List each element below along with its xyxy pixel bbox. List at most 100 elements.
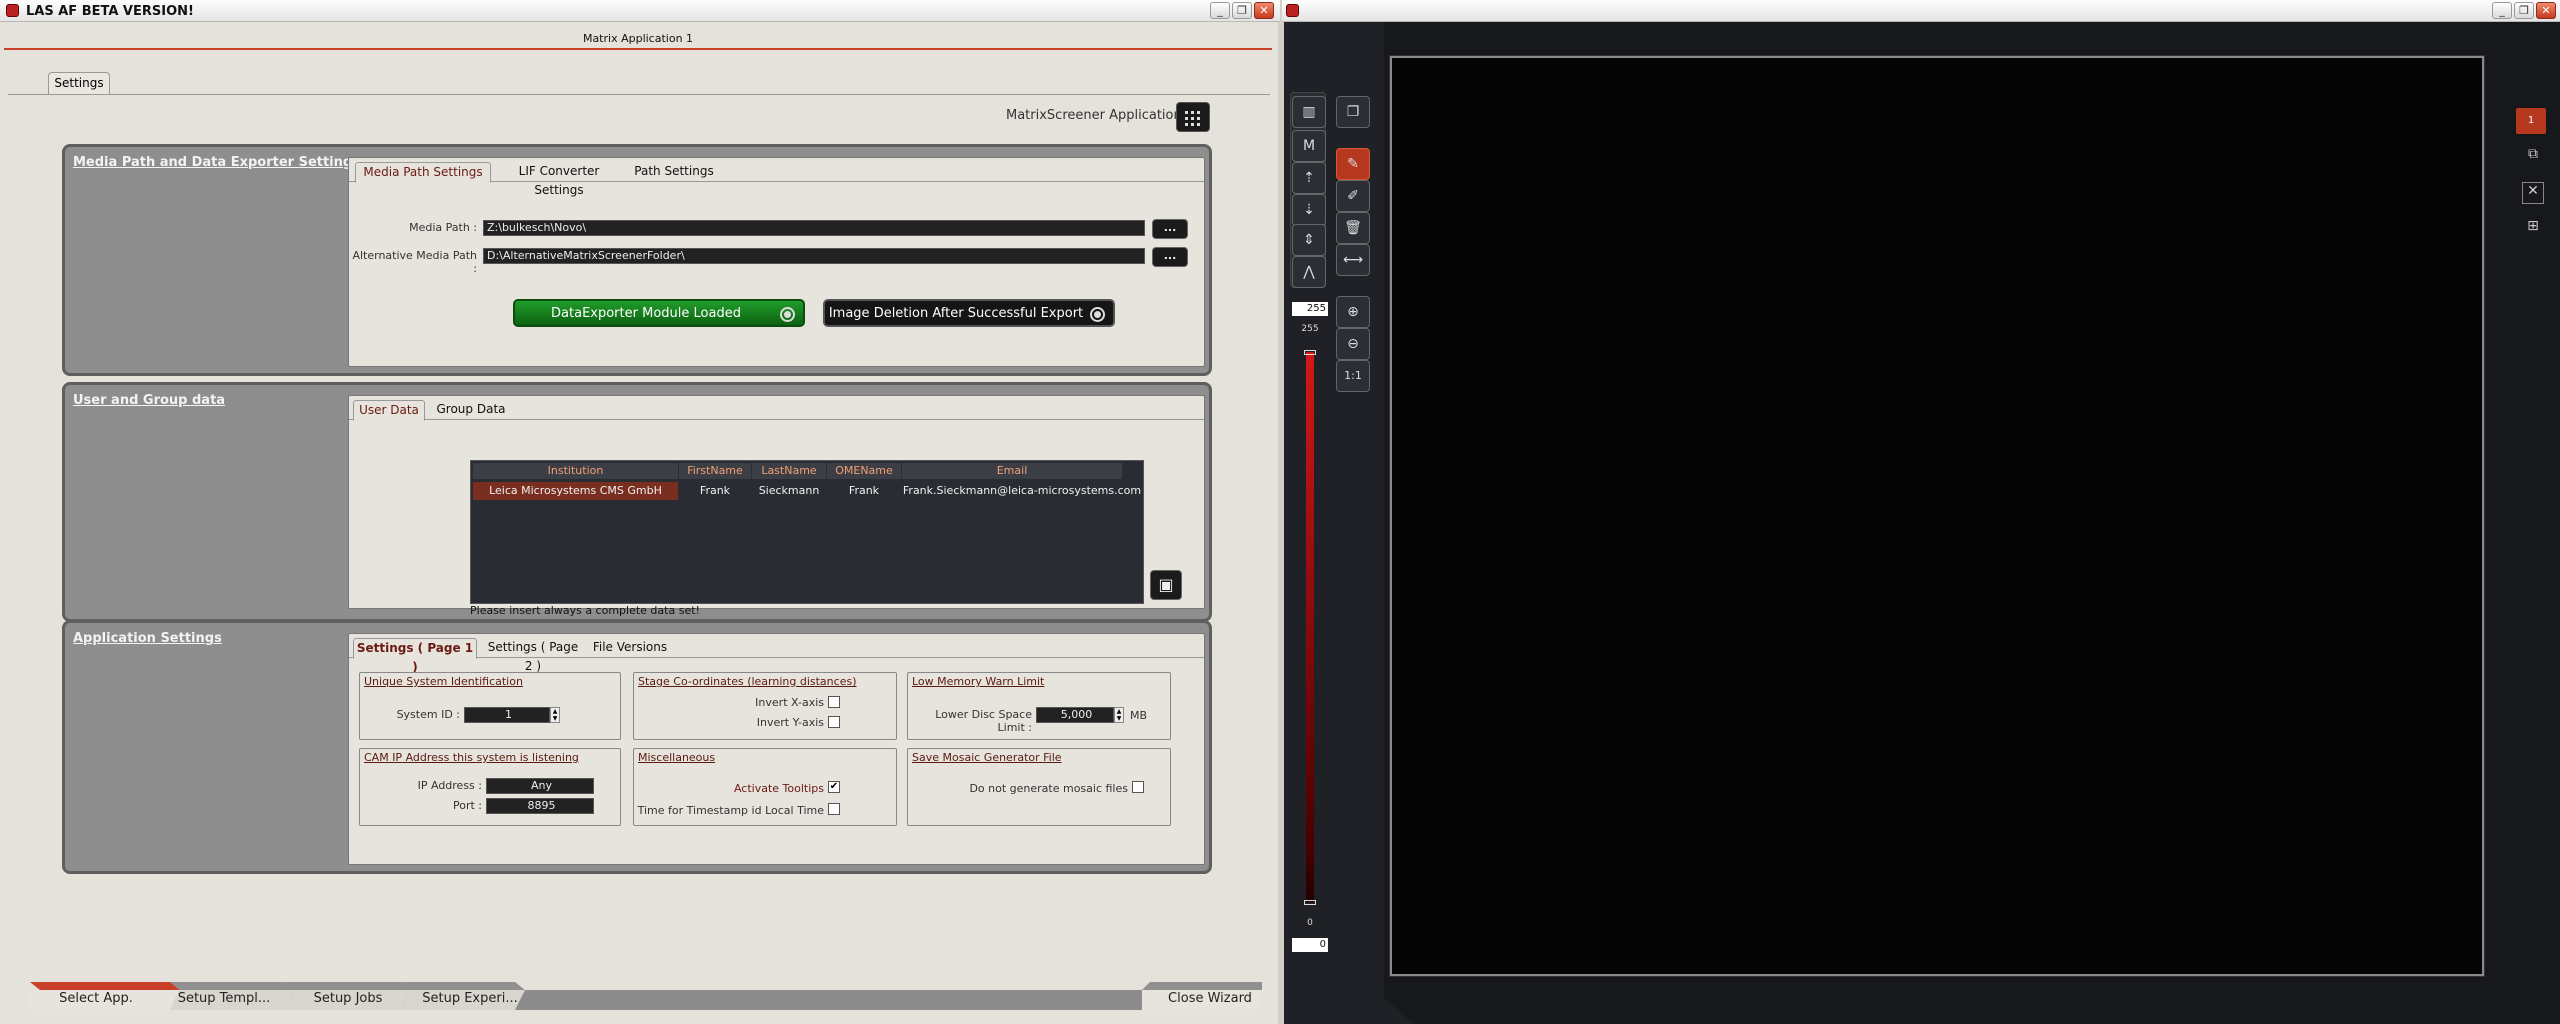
minimize-button[interactable]: _ [1210, 2, 1230, 19]
alt-path-browse-button[interactable]: ... [1152, 247, 1188, 267]
wizard-step-setup-jobs[interactable]: Setup Jobs [292, 989, 404, 1009]
unique-system-id-title: Unique System Identification [364, 675, 523, 688]
tab-settings-page-1[interactable]: Settings ( Page 1 ) [353, 638, 477, 674]
media-panel-title: Media Path and Data Exporter Settings [73, 155, 360, 170]
radio-on-icon [780, 307, 795, 322]
slider-top-handle[interactable] [1304, 350, 1316, 355]
column-header[interactable]: OMEName [827, 463, 901, 479]
layout-icon[interactable]: ⊞ [2522, 218, 2544, 240]
column-header[interactable]: LastName [752, 463, 826, 479]
wizard-step-select-app[interactable]: Select App. [40, 989, 152, 1009]
timestamp-checkbox[interactable] [828, 803, 840, 815]
split-icon[interactable]: ⇕ [1292, 224, 1326, 256]
lut-icon[interactable]: ▥ [1292, 96, 1326, 128]
max-value-label: 255 [1301, 324, 1319, 334]
dataexporter-button[interactable]: DataExporter Module Loaded [513, 299, 805, 327]
max-value-field[interactable]: 255 [1292, 302, 1328, 316]
image-deletion-label: Image Deletion After Successful Export [828, 306, 1084, 321]
alt-path-field[interactable]: D:\AlternativeMatrixScreenerFolder\ [483, 248, 1145, 264]
close-wizard-button[interactable]: Close Wizard [1146, 989, 1274, 1009]
min-value-label: 0 [1307, 918, 1313, 928]
trash-icon[interactable]: 🗑 [1336, 212, 1370, 244]
tab-path-settings[interactable]: Path Settings [629, 162, 719, 183]
user-data-table[interactable]: Institution FirstName LastName OMEName E… [470, 460, 1144, 604]
zoom-in-icon[interactable]: ⊕ [1336, 296, 1370, 328]
tab-settings[interactable]: Settings [48, 72, 110, 94]
zoom-reset-button[interactable]: 1:1 [1336, 360, 1370, 392]
matrix-application-window: Matrix Application 1 Settings MatrixScre… [0, 22, 1278, 1024]
image-canvas[interactable] [1390, 56, 2484, 976]
activate-tooltips-checkbox[interactable]: ✔ [828, 781, 840, 793]
low-memory-title: Low Memory Warn Limit [912, 675, 1045, 688]
arrow-down-icon[interactable]: ⇣ [1292, 194, 1326, 226]
image-deletion-button[interactable]: Image Deletion After Successful Export [823, 299, 1115, 327]
ml-icon[interactable]: M [1292, 130, 1326, 162]
minimize-button[interactable]: _ [2492, 2, 2512, 19]
lower-disc-field[interactable]: 5,000 [1036, 707, 1114, 723]
ip-address-label: IP Address : [417, 779, 482, 792]
media-path-browse-button[interactable]: ... [1152, 219, 1188, 239]
invert-y-checkbox[interactable] [828, 716, 840, 728]
app-icon [1286, 4, 1299, 17]
maximize-button[interactable]: ❐ [1232, 2, 1252, 19]
zoom-out-icon[interactable]: ⊖ [1336, 328, 1370, 360]
table-cell[interactable]: Frank.Sieckmann@leica-microsystems.com [902, 482, 1142, 500]
measure-icon[interactable]: ⟷ [1336, 244, 1370, 276]
column-header[interactable]: Institution [473, 463, 678, 479]
media-path-field[interactable]: Z:\bulkesch\Novo\ [483, 220, 1145, 236]
system-id-field[interactable]: 1 [464, 707, 550, 723]
close-image-icon[interactable]: ✕ [2522, 182, 2544, 204]
wizard-step-setup-experi[interactable]: Setup Experi... [414, 989, 526, 1009]
stage-coordinates-group: Stage Co-ordinates (learning distances) … [633, 672, 897, 740]
cam-ip-group: CAM IP Address this system is listening … [359, 748, 621, 826]
radio-icon [1090, 307, 1105, 322]
matrixscreener-apps-button[interactable] [1176, 102, 1210, 132]
tab-group-data[interactable]: Group Data [435, 400, 507, 421]
tab-media-path-settings[interactable]: Media Path Settings [355, 162, 491, 183]
pen-select-icon[interactable]: ✐ [1336, 180, 1370, 212]
lower-disc-label: Lower Disc Space Limit : [935, 708, 1032, 734]
user-panel-title: User and Group data [73, 393, 226, 408]
copy-icon[interactable]: ❐ [1336, 96, 1370, 128]
arrow-up-icon[interactable]: ⇡ [1292, 162, 1326, 194]
min-value-field[interactable]: 0 [1292, 938, 1328, 952]
table-cell[interactable]: Frank [827, 482, 901, 500]
app-tabs: Settings ( Page 1 ) Settings ( Page 2 ) … [349, 634, 1204, 674]
close-button[interactable]: ✕ [2536, 2, 2556, 19]
table-cell[interactable]: Sieckmann [752, 482, 826, 500]
slider-bottom-handle[interactable] [1304, 900, 1316, 905]
mosaic-checkbox[interactable] [1132, 781, 1144, 793]
tab-settings-page-2[interactable]: Settings ( Page 2 ) [485, 638, 581, 673]
system-id-spinner[interactable]: ▲ ▼ [550, 707, 560, 723]
wizard-step-setup-templ[interactable]: Setup Templ... [168, 989, 280, 1009]
lower-disc-spinner[interactable]: ▲ ▼ [1114, 707, 1124, 723]
unique-system-id-group: Unique System Identification System ID :… [359, 672, 621, 740]
media-tabs-box: Media Path Settings LIF Converter Settin… [348, 157, 1205, 367]
app-tabs-box: Settings ( Page 1 ) Settings ( Page 2 ) … [348, 633, 1205, 865]
tab-user-data[interactable]: User Data [353, 400, 425, 421]
column-header[interactable]: Email [902, 463, 1122, 479]
app-icon [6, 4, 19, 17]
port-field[interactable]: 8895 [486, 798, 594, 814]
save-icon[interactable]: ▣ [1150, 570, 1182, 600]
invert-x-checkbox[interactable] [828, 696, 840, 708]
histogram-icon[interactable]: ⋀ [1292, 256, 1326, 288]
mosaic-group: Save Mosaic Generator File Do not genera… [907, 748, 1171, 826]
intensity-slider[interactable] [1306, 352, 1314, 902]
column-header[interactable]: FirstName [679, 463, 751, 479]
ip-address-field[interactable]: Any [486, 778, 594, 794]
overlay-icon[interactable]: ⧉ [2522, 146, 2544, 168]
tab-lif-converter-settings[interactable]: LIF Converter Settings [499, 162, 619, 197]
media-panel: Media Path and Data Exporter Settings Me… [62, 144, 1212, 376]
draw-pen-icon[interactable]: ✎ [1336, 148, 1370, 180]
table-cell[interactable]: Leica Microsystems CMS GmbH [473, 482, 678, 500]
page-badge[interactable]: 1 [2516, 108, 2546, 134]
port-label: Port : [452, 799, 482, 812]
tab-file-versions[interactable]: File Versions [591, 638, 669, 659]
lower-disc-unit: MB [1130, 709, 1148, 722]
close-button[interactable]: ✕ [1254, 2, 1274, 19]
maximize-button[interactable]: ❐ [2514, 2, 2534, 19]
cam-ip-title: CAM IP Address this system is listening [364, 751, 579, 764]
table-cell[interactable]: Frank [679, 482, 751, 500]
low-memory-group: Low Memory Warn Limit Lower Disc Space L… [907, 672, 1171, 740]
